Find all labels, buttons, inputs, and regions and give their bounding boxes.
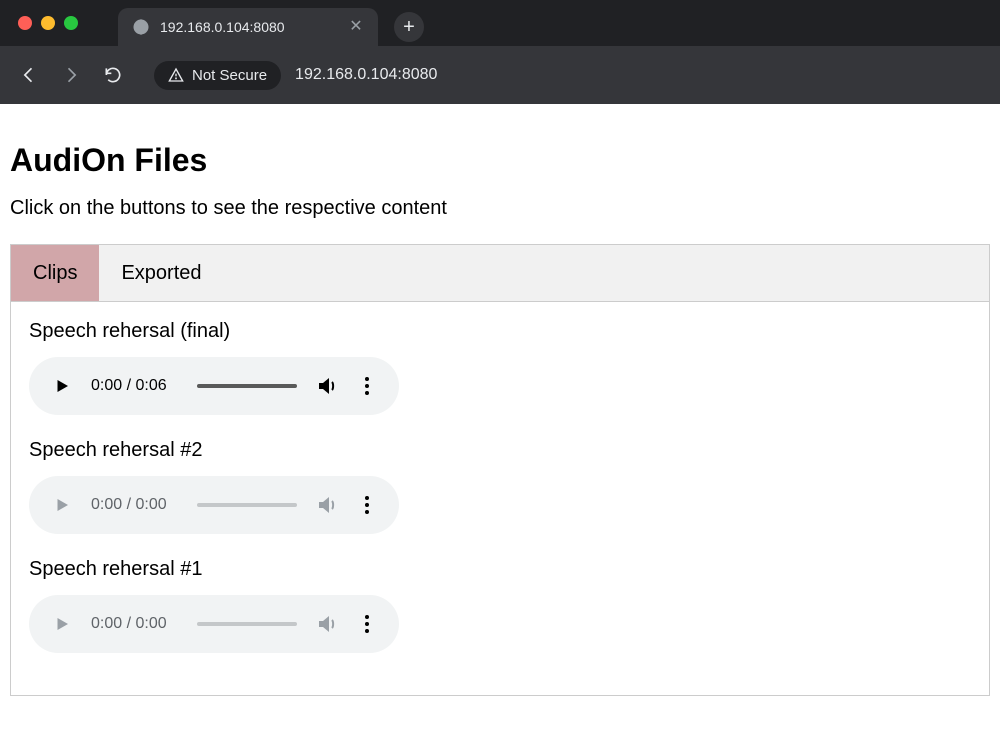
warning-icon — [168, 67, 184, 83]
volume-icon[interactable] — [315, 374, 339, 398]
more-icon[interactable] — [357, 495, 377, 515]
clip-title: Speech rehersal #2 — [29, 439, 971, 462]
play-icon[interactable] — [51, 494, 73, 516]
time-display: 0:00 / 0:00 — [91, 496, 179, 514]
maximize-window-button[interactable] — [64, 16, 78, 30]
security-chip[interactable]: Not Secure — [154, 61, 281, 90]
audio-player[interactable]: 0:00 / 0:00 — [29, 595, 399, 653]
volume-icon[interactable] — [315, 612, 339, 636]
play-icon[interactable] — [51, 613, 73, 635]
volume-icon[interactable] — [315, 493, 339, 517]
seek-track[interactable] — [197, 384, 297, 388]
window-controls — [18, 16, 78, 30]
time-display: 0:00 / 0:06 — [91, 377, 179, 395]
seek-track[interactable] — [197, 622, 297, 626]
more-icon[interactable] — [357, 376, 377, 396]
time-display: 0:00 / 0:00 — [91, 615, 179, 633]
close-window-button[interactable] — [18, 16, 32, 30]
globe-icon — [132, 18, 150, 36]
clips-panel: Speech rehersal (final) 0:00 / 0:06 Spee… — [10, 302, 990, 696]
security-label: Not Secure — [192, 67, 267, 84]
browser-chrome: 192.168.0.104:8080 ✕ + Not Secure 192.16… — [0, 0, 1000, 104]
tab-exported[interactable]: Exported — [99, 245, 223, 301]
play-icon[interactable] — [51, 375, 73, 397]
clip-item: Speech rehersal #2 0:00 / 0:00 — [29, 439, 971, 534]
minimize-window-button[interactable] — [41, 16, 55, 30]
seek-track[interactable] — [197, 503, 297, 507]
more-icon[interactable] — [357, 614, 377, 634]
clip-item: Speech rehersal #1 0:00 / 0:00 — [29, 558, 971, 653]
page-subtitle: Click on the buttons to see the respecti… — [10, 197, 990, 220]
content-tabs: Clips Exported — [10, 244, 990, 302]
clip-title: Speech rehersal #1 — [29, 558, 971, 581]
tab-clips[interactable]: Clips — [11, 245, 99, 301]
close-tab-icon[interactable]: ✕ — [348, 19, 364, 35]
tab-strip: 192.168.0.104:8080 ✕ + — [0, 0, 1000, 46]
page-content: AudiOn Files Click on the buttons to see… — [0, 104, 1000, 706]
clip-item: Speech rehersal (final) 0:00 / 0:06 — [29, 320, 971, 415]
browser-toolbar: Not Secure 192.168.0.104:8080 — [0, 46, 1000, 104]
audio-player[interactable]: 0:00 / 0:06 — [29, 357, 399, 415]
page-title: AudiOn Files — [10, 142, 990, 179]
address-bar[interactable]: Not Secure 192.168.0.104:8080 — [154, 61, 982, 90]
forward-button[interactable] — [60, 64, 82, 86]
back-button[interactable] — [18, 64, 40, 86]
browser-tab[interactable]: 192.168.0.104:8080 ✕ — [118, 8, 378, 46]
reload-button[interactable] — [102, 64, 124, 86]
clip-title: Speech rehersal (final) — [29, 320, 971, 343]
tab-title: 192.168.0.104:8080 — [160, 19, 338, 35]
audio-player[interactable]: 0:00 / 0:00 — [29, 476, 399, 534]
url-text: 192.168.0.104:8080 — [295, 66, 437, 84]
new-tab-button[interactable]: + — [394, 12, 424, 42]
